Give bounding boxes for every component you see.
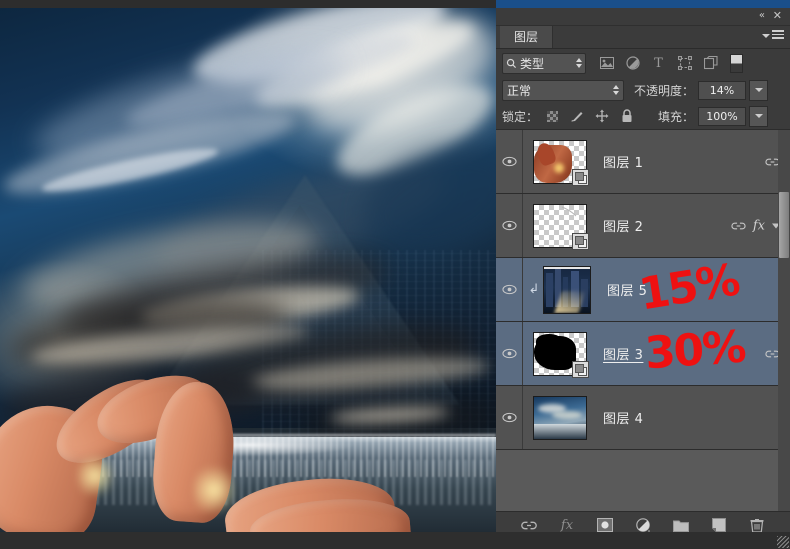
filter-type-icons: T xyxy=(599,56,718,71)
delete-layer-button[interactable] xyxy=(749,517,765,533)
new-group-button[interactable] xyxy=(673,517,689,533)
window-resize-corner[interactable] xyxy=(777,536,789,548)
document-canvas[interactable] xyxy=(0,0,496,549)
layer-fx-icon[interactable]: fx xyxy=(753,218,765,233)
fill-label: 填充： xyxy=(658,109,695,124)
layer-thumbnail-wrap[interactable] xyxy=(533,203,589,250)
layer-style-fx-button[interactable]: fx xyxy=(559,517,575,533)
layer-thumbnail xyxy=(543,265,591,314)
layers-scrollbar-thumb[interactable] xyxy=(779,192,789,258)
layer-filter-row: 类型 T xyxy=(496,49,790,77)
layer-right-icons: fx xyxy=(731,218,780,233)
eye-icon xyxy=(501,156,517,167)
tab-layers[interactable]: 图层 xyxy=(500,26,554,48)
eye-icon xyxy=(501,348,517,359)
lock-transparency-icon[interactable] xyxy=(545,109,559,123)
lock-image-pixels-icon[interactable] xyxy=(570,109,584,123)
filter-shape-icon[interactable] xyxy=(677,56,692,71)
smart-object-badge xyxy=(572,168,589,186)
close-icon[interactable]: ✕ xyxy=(773,10,782,22)
link-icon[interactable] xyxy=(731,220,746,231)
lock-row: 锁定： 填充： 100% xyxy=(496,103,790,129)
filter-kind-select[interactable]: 类型 xyxy=(502,52,586,74)
blend-mode-row: 正常 不透明度： 14% xyxy=(496,77,790,103)
filter-kind-label: 类型 xyxy=(520,56,545,71)
layer-visibility-toggle[interactable] xyxy=(496,194,523,257)
layer-name[interactable]: 图层 1 xyxy=(603,152,643,171)
panel-titlebar: « ✕ xyxy=(496,8,790,26)
annotation-30-percent: 30% xyxy=(643,321,746,380)
layer-row-3[interactable]: 图层 3 30% xyxy=(496,322,790,386)
layer-name[interactable]: 图层 4 xyxy=(603,408,643,427)
opacity-dropdown-icon[interactable] xyxy=(749,79,769,101)
filter-smart-object-icon[interactable] xyxy=(703,56,718,71)
layer-thumbnail-wrap[interactable] xyxy=(533,395,587,440)
new-layer-button[interactable] xyxy=(711,517,727,533)
layer-name[interactable]: 图层 5 xyxy=(607,280,647,299)
search-icon xyxy=(506,58,517,68)
blend-mode-value: 正常 xyxy=(507,83,532,98)
canvas-bottom-strip xyxy=(0,532,496,549)
clipping-mask-icon: ↲ xyxy=(528,282,540,297)
layer-name[interactable]: 图层 2 xyxy=(603,216,643,235)
fill-dropdown-icon[interactable] xyxy=(749,105,769,127)
light-glow xyxy=(194,460,234,520)
lock-all-icon[interactable] xyxy=(620,109,634,123)
lock-icons xyxy=(545,109,634,123)
filter-enable-toggle[interactable] xyxy=(730,53,743,73)
eye-icon xyxy=(501,220,517,231)
layer-visibility-toggle[interactable] xyxy=(496,322,523,385)
new-adjustment-layer-button[interactable] xyxy=(635,517,651,533)
link-layers-button[interactable] xyxy=(521,517,537,533)
layers-list-empty-space xyxy=(496,450,790,511)
layers-panel: « ✕ 图层 类型 T 正常 不透明度： 14% 锁定： 填充： 100% 图层… xyxy=(496,0,790,549)
layer-row-5[interactable]: ↲ 图层 5 15% xyxy=(496,254,790,322)
layer-thumbnail xyxy=(533,395,587,440)
layer-thumbnail-wrap[interactable] xyxy=(533,331,589,378)
fill-input[interactable]: 100% xyxy=(698,106,747,126)
lock-position-icon[interactable] xyxy=(595,109,609,123)
eye-icon xyxy=(501,284,517,295)
layer-visibility-toggle[interactable] xyxy=(496,386,523,449)
layer-thumbnail-wrap[interactable] xyxy=(533,139,589,186)
filter-type-icon[interactable]: T xyxy=(651,56,666,71)
add-layer-mask-button[interactable] xyxy=(597,517,613,533)
smart-object-badge xyxy=(572,360,589,378)
light-glow xyxy=(78,450,112,502)
annotation-15-percent: 15% xyxy=(635,254,742,321)
smart-object-badge xyxy=(572,232,589,250)
blend-mode-select[interactable]: 正常 xyxy=(502,79,624,101)
collapse-to-icons-icon[interactable]: « xyxy=(759,10,765,22)
eye-icon xyxy=(501,412,517,423)
opacity-input[interactable]: 14% xyxy=(698,80,747,100)
panel-menu-icon[interactable] xyxy=(762,30,784,43)
layer-row-4[interactable]: 图层 4 xyxy=(496,386,790,450)
filter-adjustment-icon[interactable] xyxy=(625,56,640,71)
layer-visibility-toggle[interactable] xyxy=(496,130,523,193)
layers-list: 图层 1 图层 2 fx ↲ 图层 5 15% 图层 3 30% 图层 4 xyxy=(496,129,790,511)
opacity-label: 不透明度： xyxy=(634,83,695,98)
layers-scrollbar[interactable] xyxy=(778,130,790,511)
filter-kind-stepper-icon[interactable] xyxy=(576,58,582,68)
blend-mode-stepper-icon[interactable] xyxy=(613,85,619,95)
panel-tab-row: 图层 xyxy=(496,26,790,49)
layer-row-2[interactable]: 图层 2 fx xyxy=(496,194,790,258)
layer-row-1[interactable]: 图层 1 xyxy=(496,130,790,194)
layer-thumbnail-wrap[interactable] xyxy=(543,265,591,314)
lock-label: 锁定： xyxy=(502,109,539,124)
layer-visibility-toggle[interactable] xyxy=(496,258,523,321)
panel-bottom-fill xyxy=(496,532,790,549)
canvas-top-strip xyxy=(0,0,496,8)
photoshop-window: « ✕ 图层 类型 T 正常 不透明度： 14% 锁定： 填充： 100% 图层… xyxy=(0,0,790,549)
layer-name[interactable]: 图层 3 xyxy=(603,344,643,363)
window-accent-bar xyxy=(496,0,790,8)
filter-pixel-icon[interactable] xyxy=(599,56,614,71)
